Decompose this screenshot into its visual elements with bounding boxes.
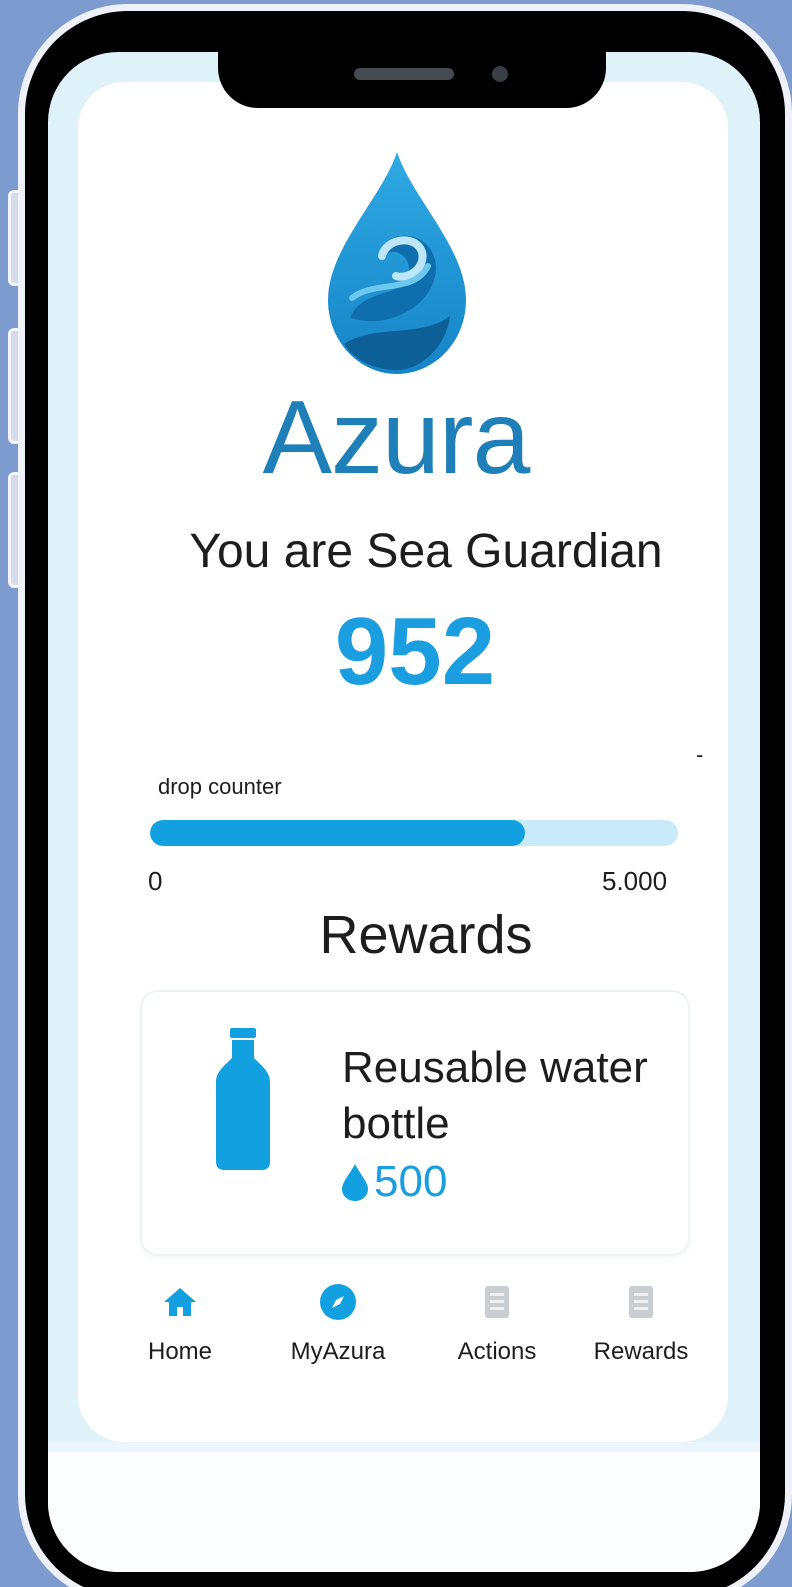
- drop-score: 952: [334, 598, 496, 705]
- speaker-grille: [354, 68, 454, 80]
- reward-cost-value: 500: [374, 1157, 448, 1206]
- bottom-navigation: Home MyAzura Actions Rewards: [130, 1282, 720, 1392]
- reward-cost: 500: [340, 1160, 447, 1204]
- home-icon: [164, 1288, 196, 1316]
- progress-min-label: 0: [148, 866, 163, 896]
- nav-label-rewards: Rewards: [593, 1338, 689, 1365]
- progress-max-label: 5.000: [602, 866, 668, 896]
- compass-icon: [320, 1284, 356, 1320]
- rank-title: You are Sea Guardian: [189, 525, 663, 578]
- phone-notch: [218, 38, 606, 108]
- nav-label-actions: Actions: [457, 1338, 537, 1365]
- drop-icon: [342, 1164, 368, 1201]
- reward-name: Reusable water bottle: [342, 1043, 648, 1148]
- nav-item-myazura[interactable]: MyAzura: [273, 1282, 403, 1366]
- progress-fill: [150, 820, 525, 846]
- nav-label-home: Home: [147, 1338, 213, 1365]
- water-bottle-icon: [216, 1028, 270, 1170]
- nav-label-myazura: MyAzura: [290, 1338, 386, 1365]
- progress-dash: -: [696, 742, 704, 767]
- rewards-heading: Rewards: [319, 905, 533, 965]
- document-icon: [629, 1286, 653, 1318]
- app-brand-name: Azura: [262, 380, 531, 496]
- app-stage: Azura You are Sea Guardian 952 - drop co…: [0, 0, 792, 1587]
- nav-item-rewards[interactable]: Rewards: [576, 1282, 706, 1366]
- reward-card[interactable]: Reusable water bottle 500: [140, 990, 690, 1256]
- bottom-bar: [48, 1452, 760, 1572]
- drop-counter-label: drop counter: [158, 774, 282, 799]
- document-icon: [485, 1286, 509, 1318]
- nav-item-actions[interactable]: Actions: [432, 1282, 562, 1366]
- front-camera: [492, 66, 508, 82]
- nav-item-home[interactable]: Home: [115, 1282, 245, 1366]
- drop-counter-progress: [150, 820, 678, 846]
- water-drop-logo-icon: [328, 152, 466, 374]
